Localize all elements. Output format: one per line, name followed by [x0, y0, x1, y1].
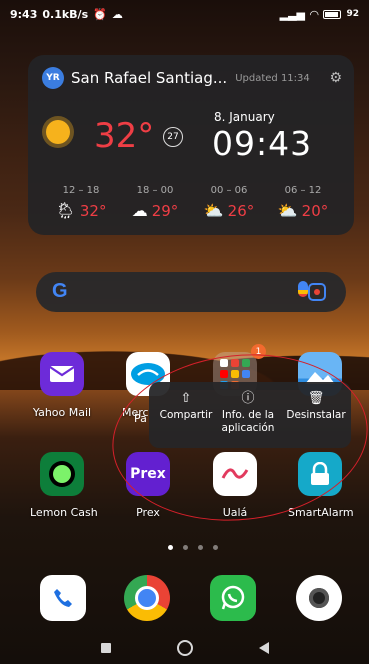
- phone-app-icon[interactable]: [40, 575, 86, 621]
- trash-icon: 🗑: [307, 391, 325, 406]
- battery-level: 92: [346, 9, 359, 19]
- google-g-icon: G: [52, 280, 68, 302]
- forecast-item: 06 – 12 ⛅ 20°: [270, 185, 336, 220]
- navigation-bar: [0, 632, 369, 664]
- page-dot: [213, 545, 218, 550]
- sun-icon: [46, 120, 70, 144]
- aqi-badge: 27: [163, 127, 183, 147]
- app-label: SmartAlarm: [288, 506, 354, 519]
- rain-sun-icon: 🌦: [55, 201, 76, 220]
- battery-icon: [323, 9, 342, 19]
- partly-cloudy-icon: ⛅: [277, 201, 298, 220]
- microphone-icon[interactable]: [298, 281, 308, 297]
- forecast-item: 18 – 00 ☁ 29°: [122, 185, 188, 220]
- back-button[interactable]: [258, 642, 269, 654]
- weather-clock: 09:43: [212, 124, 313, 163]
- alarm-icon: ⏰: [93, 7, 107, 21]
- cloud-icon: ☁: [111, 7, 123, 21]
- forecast-range: 06 – 12: [284, 185, 322, 196]
- app-uala[interactable]: Ualá: [203, 452, 267, 519]
- uninstall-label: Desinstalar: [286, 409, 346, 421]
- notification-badge: 1: [251, 344, 266, 359]
- camera-app-icon[interactable]: [296, 575, 342, 621]
- weather-date: 8. January: [214, 110, 275, 124]
- whatsapp-app-icon[interactable]: [210, 575, 256, 621]
- gear-icon[interactable]: ⚙: [329, 70, 342, 86]
- app-yahoo-mail[interactable]: Yahoo Mail: [30, 352, 94, 419]
- smartalarm-lock-icon: [298, 452, 342, 496]
- share-icon: ⇧: [180, 391, 192, 406]
- home-button[interactable]: [176, 640, 193, 656]
- status-time: 9:43: [10, 7, 38, 21]
- app-label: Ualá: [222, 506, 248, 519]
- google-lens-icon[interactable]: [308, 283, 326, 301]
- partly-cloudy-night-icon: ⛅: [203, 201, 224, 220]
- app-info-label-line1: Info. de la: [221, 409, 275, 421]
- uninstall-button[interactable]: 🗑 Desinstalar: [283, 392, 349, 422]
- app-context-menu: ⇧ Compartir ⓘ Info. de la aplicación 🗑 D…: [149, 382, 351, 448]
- app-prex[interactable]: Prex Prex: [116, 452, 180, 519]
- forecast-temp: 32°: [79, 201, 107, 220]
- page-indicator: [168, 545, 218, 550]
- app-lemon-cash[interactable]: Lemon Cash: [30, 452, 98, 519]
- page-dot-active: [168, 545, 173, 550]
- prex-icon: Prex: [126, 452, 170, 496]
- recents-button[interactable]: [100, 643, 111, 653]
- current-temperature: 32°: [94, 116, 155, 156]
- status-bar: 9:43 0.1kB/s ⏰ ☁ ▂▃▅ ◠ 92: [0, 0, 369, 28]
- forecast-range: 18 – 00: [136, 185, 174, 196]
- app-smartalarm[interactable]: SmartAlarm: [288, 452, 354, 519]
- weather-location: San Rafael Santiag...: [71, 69, 228, 87]
- app-label-continued: Pa: [134, 412, 147, 425]
- chrome-app-icon[interactable]: [124, 575, 170, 621]
- page-dot: [198, 545, 203, 550]
- cloud-icon: ☁: [131, 201, 148, 220]
- yr-logo-icon: YR: [42, 67, 64, 89]
- info-icon: ⓘ: [241, 391, 255, 406]
- forecast-temp: 20°: [301, 201, 329, 220]
- forecast-range: 12 – 18: [62, 185, 100, 196]
- lemon-cash-icon: [40, 452, 84, 496]
- page-dot: [183, 545, 188, 550]
- google-search-bar[interactable]: G: [36, 272, 346, 312]
- forecast-row: 12 – 18 🌦 32° 18 – 00 ☁ 29° 00 – 06 ⛅ 26° 0…: [48, 185, 348, 225]
- weather-updated: Updated 11:34: [235, 72, 310, 84]
- yahoo-mail-icon: [40, 352, 84, 396]
- signal-icon: ▂▃▅: [279, 7, 305, 21]
- app-info-label-line2: aplicación: [221, 422, 275, 434]
- app-info-button[interactable]: ⓘ Info. de la aplicación: [213, 392, 283, 435]
- forecast-item: 00 – 06 ⛅ 26°: [196, 185, 262, 220]
- share-button[interactable]: ⇧ Compartir: [157, 392, 215, 422]
- wifi-icon: ◠: [310, 7, 319, 21]
- forecast-temp: 26°: [227, 201, 255, 220]
- forecast-temp: 29°: [151, 201, 179, 220]
- app-label: Lemon Cash: [30, 506, 98, 519]
- share-label: Compartir: [159, 409, 213, 421]
- app-label: Yahoo Mail: [32, 406, 92, 419]
- forecast-range: 00 – 06: [210, 185, 248, 196]
- app-label: Prex: [136, 506, 160, 519]
- uala-icon: [213, 452, 257, 496]
- status-speed: 0.1kB/s: [42, 7, 89, 21]
- forecast-item: 12 – 18 🌦 32°: [48, 185, 114, 220]
